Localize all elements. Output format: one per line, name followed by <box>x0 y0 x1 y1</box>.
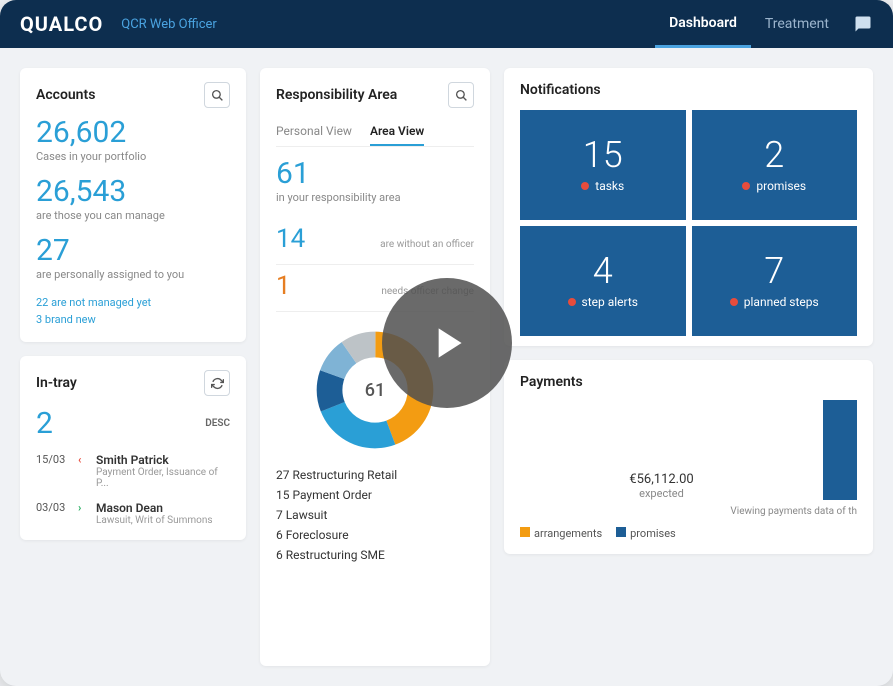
breakdown-item: 7 Lawsuit <box>276 508 474 522</box>
legend-promises: promises <box>630 527 676 540</box>
tab-personal-view[interactable]: Personal View <box>276 118 352 146</box>
responsibility-breakdown-list: 27 Restructuring Retail 15 Payment Order… <box>276 468 474 562</box>
resp-no-officer-label: are without an officer <box>380 239 474 250</box>
top-navbar: QUALCO QCR Web Officer Dashboard Treatme… <box>0 0 893 48</box>
arrow-left-icon: ‹ <box>78 453 88 489</box>
notification-count: 7 <box>764 253 784 289</box>
intray-item-name: Mason Dean <box>96 501 230 515</box>
resp-area-label: in your responsibility area <box>276 191 474 204</box>
notifications-card: Notifications 15 tasks 2 promises 4 step… <box>504 68 873 346</box>
alert-dot-icon <box>568 298 576 306</box>
accounts-assigned-value: 27 <box>36 236 230 266</box>
accounts-unmanaged-link[interactable]: 22 are not managed yet <box>36 295 230 312</box>
tab-area-view[interactable]: Area View <box>370 118 424 146</box>
brand-logo: QUALCO <box>20 12 103 36</box>
intray-date: 15/03 <box>36 453 70 489</box>
legend-swatch-icon <box>520 527 530 537</box>
accounts-assigned-label: are personally assigned to you <box>36 268 230 281</box>
alert-dot-icon <box>730 298 738 306</box>
notifications-title: Notifications <box>520 82 857 98</box>
intray-item-desc: Payment Order, Issuance of P... <box>96 467 230 489</box>
payments-amount: €56,112.00 <box>520 472 803 487</box>
legend-swatch-icon <box>616 527 626 537</box>
accounts-manageable-label: are those you can manage <box>36 209 230 222</box>
search-icon[interactable] <box>448 82 474 108</box>
notification-label: planned steps <box>744 295 819 309</box>
intray-item-desc: Lawsuit, Writ of Summons <box>96 515 230 526</box>
alert-dot-icon <box>742 182 750 190</box>
payments-viewing-note: Viewing payments data of th <box>520 506 857 517</box>
notification-count: 15 <box>583 137 623 173</box>
alert-dot-icon <box>581 182 589 190</box>
breakdown-item: 6 Restructuring SME <box>276 548 474 562</box>
notification-label: promises <box>756 179 806 193</box>
notification-count: 4 <box>593 253 613 289</box>
intray-count: 2 <box>36 406 53 441</box>
notification-tile-step-alerts[interactable]: 4 step alerts <box>520 226 686 336</box>
nav-dashboard[interactable]: Dashboard <box>655 0 751 48</box>
accounts-total-label: Cases in your portfolio <box>36 150 230 163</box>
resp-no-officer-count: 14 <box>276 224 305 254</box>
arrow-right-icon: › <box>78 501 88 526</box>
payments-title: Payments <box>520 374 857 390</box>
notification-label: tasks <box>595 179 624 193</box>
responsibility-title: Responsibility Area <box>276 87 397 103</box>
chat-icon[interactable] <box>853 14 873 34</box>
notification-tile-planned-steps[interactable]: 7 planned steps <box>692 226 858 336</box>
notification-tile-tasks[interactable]: 15 tasks <box>520 110 686 220</box>
payments-bar-chart <box>823 400 857 500</box>
refresh-icon[interactable] <box>204 370 230 396</box>
intray-item[interactable]: 15/03 ‹ Smith Patrick Payment Order, Iss… <box>36 453 230 489</box>
intray-item-name: Smith Patrick <box>96 453 230 467</box>
app-name: QCR Web Officer <box>121 17 217 32</box>
payments-amount-label: expected <box>520 487 803 500</box>
legend-arrangements: arrangements <box>534 527 602 540</box>
intray-date: 03/03 <box>36 501 70 526</box>
intray-title: In-tray <box>36 375 77 391</box>
accounts-brandnew-link[interactable]: 3 brand new <box>36 312 230 329</box>
accounts-total-value: 26,602 <box>36 118 230 148</box>
play-button[interactable] <box>382 278 512 408</box>
notification-count: 2 <box>764 137 784 173</box>
breakdown-item: 6 Foreclosure <box>276 528 474 542</box>
breakdown-item: 27 Restructuring Retail <box>276 468 474 482</box>
intray-sort-toggle[interactable]: DESC <box>205 418 230 429</box>
nav-treatment[interactable]: Treatment <box>751 0 843 48</box>
intray-item[interactable]: 03/03 › Mason Dean Lawsuit, Writ of Summ… <box>36 501 230 526</box>
accounts-title: Accounts <box>36 87 95 103</box>
resp-officer-change-count: 1 <box>276 271 291 301</box>
play-icon <box>422 318 472 368</box>
notification-tile-promises[interactable]: 2 promises <box>692 110 858 220</box>
search-icon[interactable] <box>204 82 230 108</box>
payments-legend: arrangements promises <box>520 527 857 540</box>
accounts-manageable-value: 26,543 <box>36 177 230 207</box>
notification-label: step alerts <box>582 295 638 309</box>
accounts-card: Accounts 26,602 Cases in your portfolio … <box>20 68 246 342</box>
intray-card: In-tray 2 DESC 15/03 ‹ Smith Patrick Pay… <box>20 356 246 540</box>
resp-area-count: 61 <box>276 159 474 189</box>
breakdown-item: 15 Payment Order <box>276 488 474 502</box>
payments-card: Payments €56,112.00 expected Viewing pay… <box>504 360 873 554</box>
